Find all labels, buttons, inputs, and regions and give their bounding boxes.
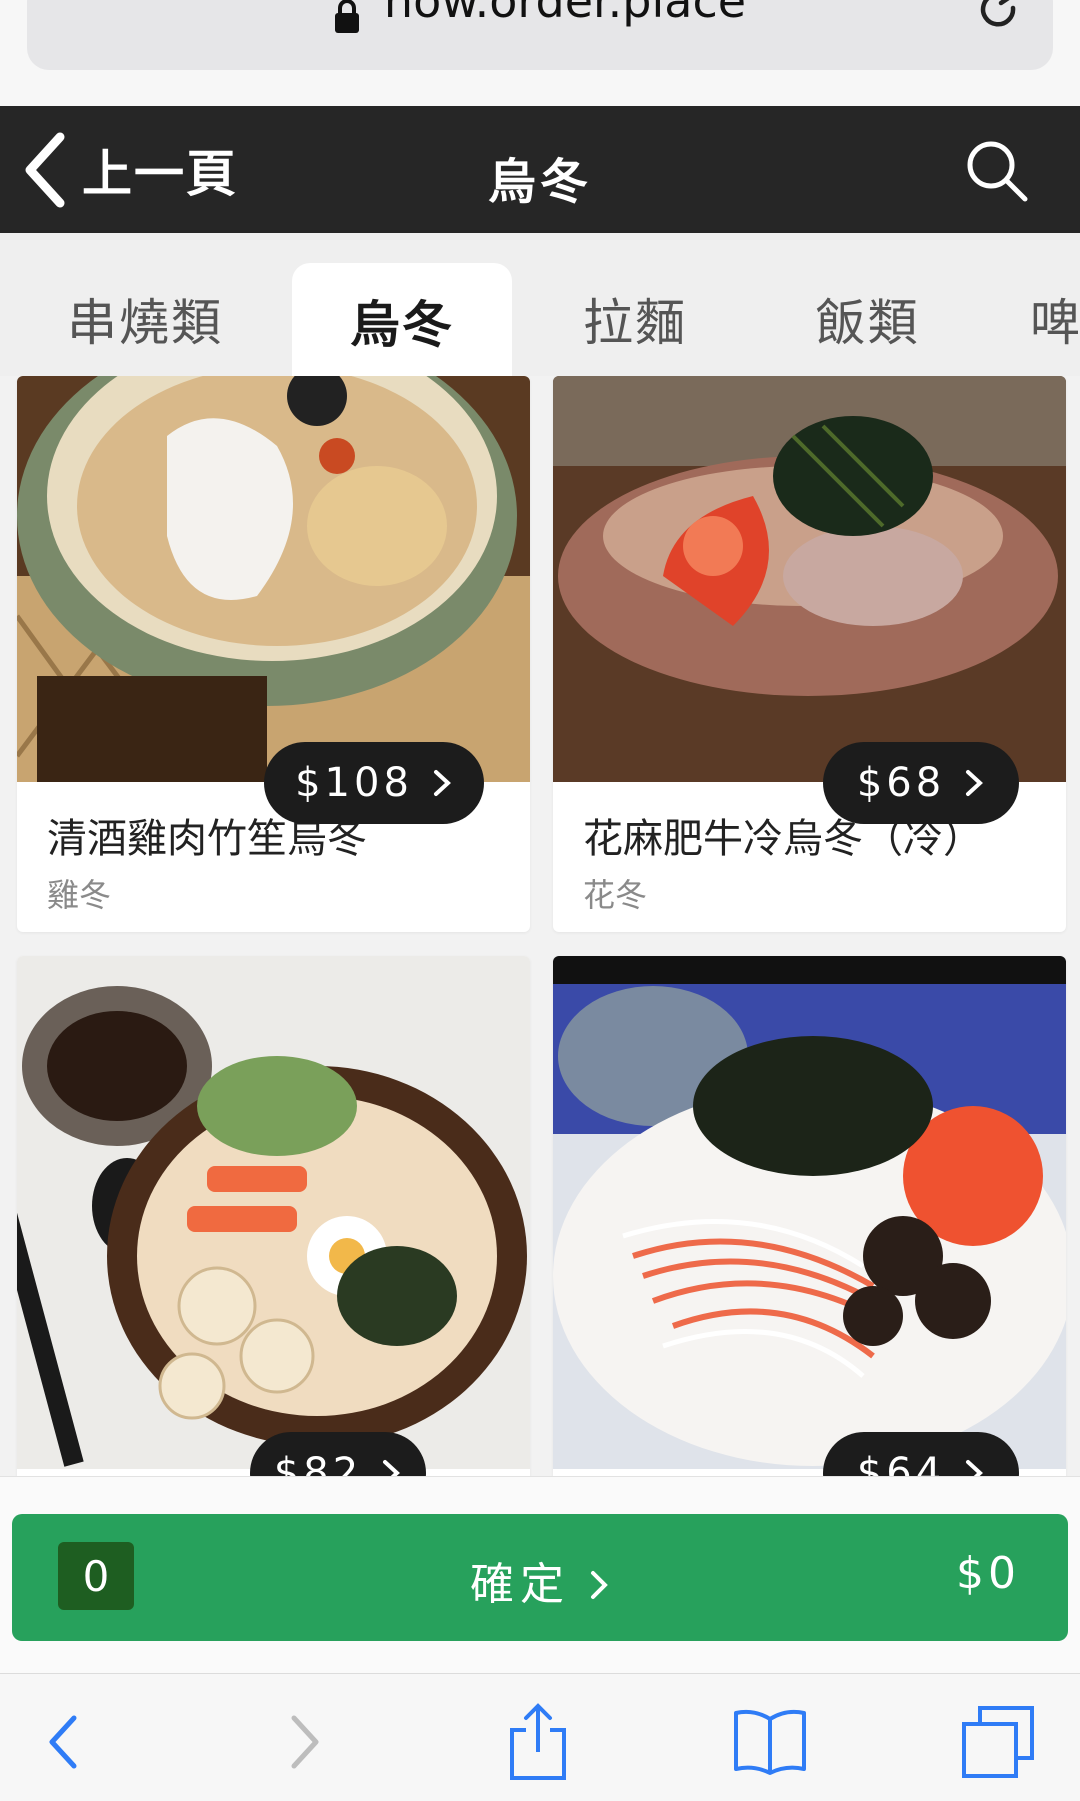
page-title: 烏冬 <box>487 154 592 210</box>
tab-beer[interactable]: 啤 <box>1030 261 1080 376</box>
share-icon <box>510 1703 566 1780</box>
price-text: $108 <box>295 760 413 806</box>
price-text: $68 <box>856 760 946 806</box>
item-subtitle: 花冬 <box>583 876 648 914</box>
reload-icon[interactable] <box>977 0 1021 32</box>
category-tabs: 串燒類 烏冬 拉麵 飯類 啤 <box>0 233 1080 376</box>
tab-ramen[interactable]: 拉麵 <box>530 261 740 376</box>
tab-udon[interactable]: 烏冬 <box>292 263 512 376</box>
menu-grid: 清酒雞肉竹笙烏冬 雞冬 $108 花麻肥牛冷烏冬（冷） 花冬 $68 $82 $… <box>0 376 1080 1476</box>
lock-icon <box>334 0 360 33</box>
confirm-label: 確定 <box>470 1559 570 1610</box>
cart-total: $0 <box>956 1548 1020 1599</box>
confirm-label-wrap: 確定 <box>12 1548 1068 1612</box>
browser-forward-button[interactable] <box>264 1702 344 1782</box>
tab-skewers[interactable]: 串燒類 <box>20 261 270 376</box>
cart-bar: 0 確定 $0 <box>0 1476 1080 1673</box>
price-button[interactable]: $64 <box>823 1432 1019 1476</box>
url-text: now.order.place <box>383 0 747 28</box>
app-header: 上一頁 烏冬 <box>0 106 1080 233</box>
price-text: $82 <box>273 1450 363 1476</box>
price-text: $64 <box>856 1450 946 1476</box>
price-button[interactable]: $108 <box>264 742 484 824</box>
food-photo <box>17 956 530 1469</box>
browser-toolbar <box>0 1673 1080 1801</box>
menu-item-card[interactable]: 清酒雞肉竹笙烏冬 雞冬 $108 <box>17 376 530 932</box>
chevron-right-icon <box>433 770 451 796</box>
food-photo <box>17 376 530 782</box>
food-photo <box>553 376 1066 782</box>
chevron-right-icon <box>591 1571 608 1599</box>
address-bar[interactable]: now.order.place <box>27 0 1053 70</box>
food-photo <box>553 956 1066 1469</box>
price-button[interactable]: $68 <box>823 742 1019 824</box>
chevron-right-icon <box>966 1460 984 1476</box>
share-button[interactable] <box>498 1702 578 1782</box>
tabs-icon <box>962 1706 1034 1778</box>
tab-rice[interactable]: 飯類 <box>760 261 975 376</box>
search-icon[interactable] <box>964 138 1030 204</box>
bookmarks-icon <box>734 1709 806 1775</box>
item-subtitle: 雞冬 <box>47 876 112 914</box>
menu-item-card[interactable]: $64 <box>553 956 1066 1476</box>
bookmarks-button[interactable] <box>730 1702 810 1782</box>
browser-back-button[interactable] <box>24 1702 104 1782</box>
back-icon <box>49 1715 77 1769</box>
price-button[interactable]: $82 <box>250 1432 426 1476</box>
forward-icon <box>291 1715 319 1769</box>
chevron-right-icon <box>966 770 984 796</box>
menu-item-card[interactable]: $82 <box>17 956 530 1476</box>
menu-item-card[interactable]: 花麻肥牛冷烏冬（冷） 花冬 $68 <box>553 376 1066 932</box>
confirm-button[interactable]: 0 確定 $0 <box>12 1514 1068 1641</box>
tabs-button[interactable] <box>958 1702 1038 1782</box>
browser-address-area: now.order.place <box>0 0 1080 106</box>
chevron-right-icon <box>383 1460 401 1476</box>
